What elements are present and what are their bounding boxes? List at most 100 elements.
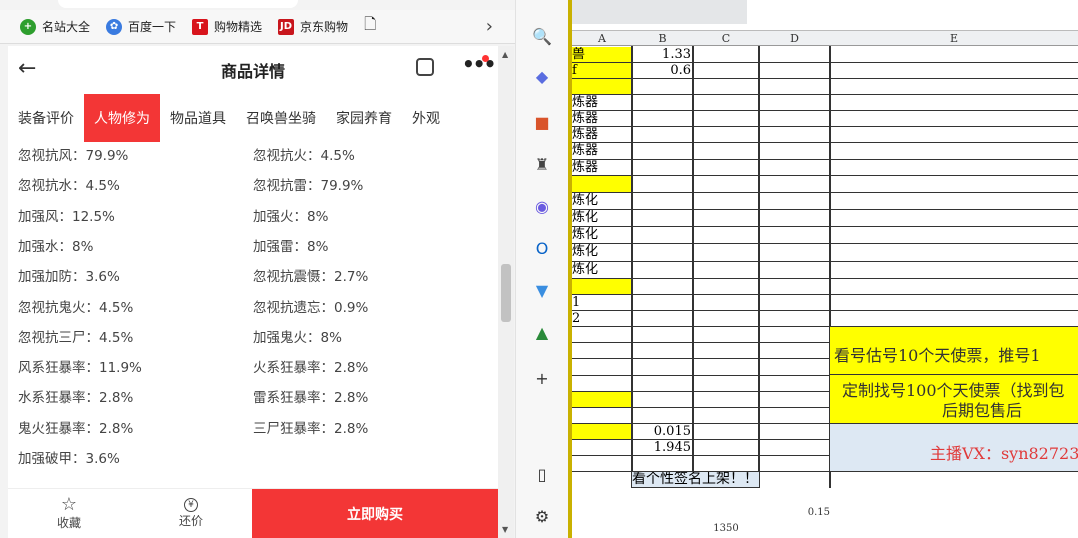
cell-a[interactable]: 1 bbox=[572, 295, 632, 311]
cell-e[interactable] bbox=[830, 295, 1078, 311]
cell-d[interactable] bbox=[759, 279, 830, 295]
cell-b[interactable]: 0.6 bbox=[632, 63, 693, 79]
cell-b[interactable] bbox=[632, 210, 693, 227]
cell-d[interactable] bbox=[759, 262, 830, 279]
tree-icon[interactable]: ▲ bbox=[530, 320, 554, 344]
cell-e[interactable] bbox=[830, 160, 1078, 176]
cell-c[interactable] bbox=[693, 63, 759, 79]
cell-b[interactable] bbox=[632, 227, 693, 244]
cell-a[interactable] bbox=[572, 408, 632, 424]
cell-d[interactable] bbox=[759, 295, 830, 311]
cell-b[interactable] bbox=[632, 376, 693, 392]
cell-c[interactable] bbox=[693, 127, 759, 143]
cell-a[interactable]: f bbox=[572, 63, 632, 79]
cell-e[interactable] bbox=[830, 111, 1078, 127]
cell-b[interactable] bbox=[632, 392, 693, 408]
bargain-button[interactable]: ¥ 还价 bbox=[130, 489, 252, 538]
cell-b[interactable] bbox=[632, 127, 693, 143]
cell-d[interactable] bbox=[759, 311, 830, 327]
scroll-up-icon[interactable]: ▲ bbox=[502, 50, 508, 59]
cell-d[interactable] bbox=[759, 327, 830, 343]
cell-d[interactable] bbox=[759, 127, 830, 143]
cell-a[interactable] bbox=[572, 79, 632, 95]
cell-c[interactable] bbox=[693, 343, 759, 359]
cell-c[interactable] bbox=[693, 160, 759, 176]
cell-c[interactable] bbox=[693, 279, 759, 295]
cell-c[interactable] bbox=[693, 244, 759, 262]
cell-d[interactable] bbox=[759, 408, 830, 424]
cell-e[interactable] bbox=[830, 279, 1078, 295]
tag-icon[interactable]: ◆ bbox=[530, 64, 554, 88]
cell-c[interactable] bbox=[693, 143, 759, 160]
cell-c[interactable] bbox=[693, 227, 759, 244]
cell-c[interactable] bbox=[693, 456, 759, 472]
cell-b[interactable] bbox=[632, 295, 693, 311]
cell-a[interactable]: 炼器 bbox=[572, 143, 632, 160]
cell-b[interactable] bbox=[632, 95, 693, 111]
cell-c[interactable] bbox=[693, 262, 759, 279]
bookmark-2[interactable]: T 购物精选 bbox=[192, 18, 262, 35]
cell-b[interactable]: 0.015 bbox=[632, 424, 693, 440]
cell-d[interactable] bbox=[759, 343, 830, 359]
tab-4[interactable]: 家园养育 bbox=[326, 94, 402, 142]
cell-b[interactable] bbox=[632, 111, 693, 127]
bookmark-1[interactable]: ✿ 百度一下 bbox=[106, 18, 176, 35]
tab-1[interactable]: 人物修为 bbox=[84, 94, 160, 142]
scrollbar-thumb[interactable] bbox=[501, 264, 511, 322]
bookmark-0[interactable]: + 名站大全 bbox=[20, 18, 90, 35]
cell-a[interactable]: 炼化 bbox=[572, 244, 632, 262]
cell-e[interactable] bbox=[830, 47, 1078, 63]
cell-e[interactable] bbox=[830, 63, 1078, 79]
more-icon[interactable]: ••• bbox=[462, 52, 496, 76]
cell-a[interactable] bbox=[572, 327, 632, 343]
cell-d[interactable] bbox=[759, 440, 830, 456]
scroll-down-icon[interactable]: ▼ bbox=[502, 525, 508, 534]
cell-d[interactable] bbox=[759, 176, 830, 193]
cell-d[interactable] bbox=[759, 143, 830, 160]
cell-c[interactable] bbox=[693, 424, 759, 440]
cell-d[interactable] bbox=[759, 392, 830, 408]
cell-e[interactable] bbox=[830, 95, 1078, 111]
cell-a[interactable]: 炼化 bbox=[572, 210, 632, 227]
cell-c[interactable] bbox=[693, 111, 759, 127]
cell-e[interactable] bbox=[830, 79, 1078, 95]
cell-c[interactable] bbox=[693, 392, 759, 408]
plus-icon[interactable]: + bbox=[530, 366, 554, 390]
cell-c[interactable] bbox=[693, 408, 759, 424]
address-bar[interactable] bbox=[0, 0, 515, 10]
cell-c[interactable] bbox=[693, 47, 759, 63]
chevron-right-icon[interactable]: › bbox=[486, 16, 493, 37]
cell-c[interactable] bbox=[693, 210, 759, 227]
cell-d[interactable] bbox=[759, 193, 830, 210]
cell-d[interactable] bbox=[759, 359, 830, 376]
cell-b[interactable] bbox=[632, 143, 693, 160]
cell-b[interactable] bbox=[632, 343, 693, 359]
cell-d[interactable] bbox=[759, 79, 830, 95]
cell-a[interactable] bbox=[572, 392, 632, 408]
cell-b[interactable] bbox=[632, 327, 693, 343]
cell-a[interactable] bbox=[572, 456, 632, 472]
cell-b[interactable] bbox=[632, 244, 693, 262]
cell-c[interactable] bbox=[693, 440, 759, 456]
cell-b[interactable] bbox=[632, 408, 693, 424]
cell-e[interactable] bbox=[830, 210, 1078, 227]
cell-a[interactable] bbox=[572, 376, 632, 392]
chess-icon[interactable]: ♜ bbox=[530, 152, 554, 176]
cell-d[interactable] bbox=[759, 244, 830, 262]
buy-now-button[interactable]: 立即购买 bbox=[252, 489, 498, 538]
cell-d[interactable] bbox=[759, 160, 830, 176]
cell-c[interactable] bbox=[693, 295, 759, 311]
bookmark-3[interactable]: JD 京东购物 bbox=[278, 18, 348, 35]
cell-d[interactable] bbox=[759, 63, 830, 79]
send-icon[interactable]: ▼ bbox=[530, 278, 554, 302]
cell-a[interactable]: 炼化 bbox=[572, 227, 632, 244]
copilot-icon[interactable]: ◉ bbox=[530, 194, 554, 218]
cell-a[interactable]: 炼器 bbox=[572, 95, 632, 111]
column-header-B[interactable]: B bbox=[632, 32, 693, 45]
cell-a[interactable] bbox=[572, 424, 632, 440]
cell-e[interactable] bbox=[830, 244, 1078, 262]
cell-c[interactable] bbox=[693, 193, 759, 210]
share-icon[interactable] bbox=[416, 58, 434, 76]
column-header-E[interactable]: E bbox=[830, 32, 1078, 45]
cell-d[interactable] bbox=[759, 210, 830, 227]
